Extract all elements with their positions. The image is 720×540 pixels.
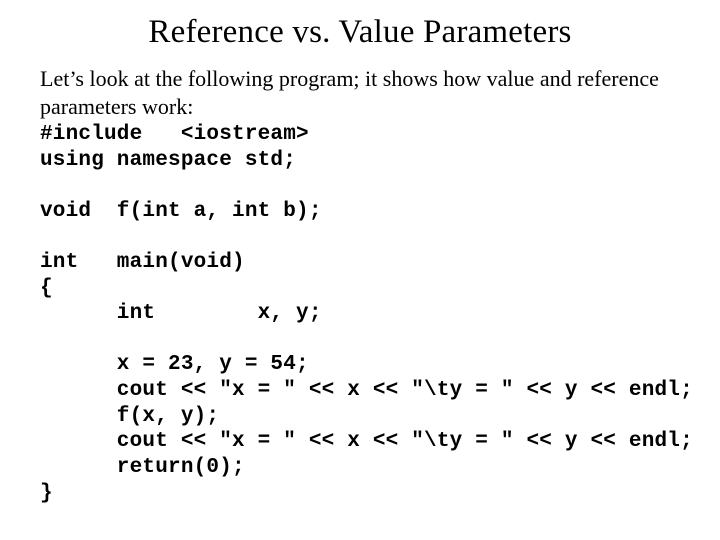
code-line: {	[40, 277, 53, 300]
code-line: int main(void)	[40, 251, 245, 274]
code-line: f(x, y);	[40, 405, 219, 428]
page-title: Reference vs. Value Parameters	[40, 14, 680, 51]
code-line: return(0);	[40, 456, 245, 479]
intro-text: Let’s look at the following program; it …	[40, 65, 680, 120]
code-line: int x, y;	[40, 302, 322, 325]
code-block: #include <iostream> using namespace std;…	[40, 122, 680, 506]
code-line: void f(int a, int b);	[40, 200, 322, 223]
code-line: cout << "x = " << x << "\ty = " << y << …	[40, 430, 693, 453]
code-line: #include <iostream>	[40, 123, 309, 146]
code-line: using namespace std;	[40, 149, 296, 172]
slide: Reference vs. Value Parameters Let’s loo…	[0, 0, 720, 540]
code-line: x = 23, y = 54;	[40, 353, 309, 376]
code-line: }	[40, 482, 53, 505]
code-line: cout << "x = " << x << "\ty = " << y << …	[40, 379, 693, 402]
